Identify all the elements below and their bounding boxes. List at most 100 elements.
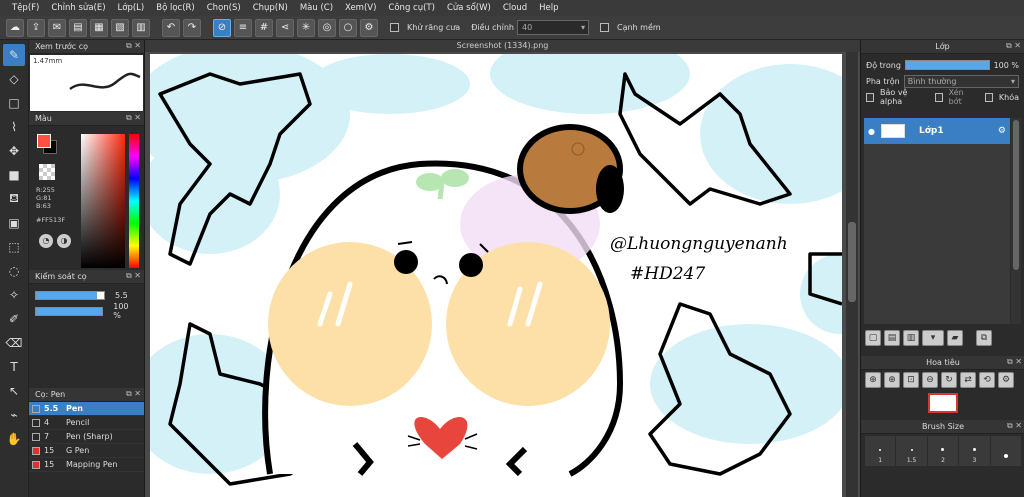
note-icon[interactable]: ▤ (69, 18, 87, 37)
menu-file[interactable]: Tệp(F) (6, 0, 45, 16)
panel-close-icon[interactable]: ⧉ ✕ (1007, 421, 1022, 431)
move-tool-icon[interactable]: ✥ (3, 140, 25, 162)
opacity-slider[interactable]: 100 % (35, 302, 138, 320)
brush-size-cell[interactable]: 1.5 (896, 436, 927, 466)
snap-parallel-icon[interactable]: ≡ (234, 18, 252, 37)
fill-rect-icon[interactable]: ■ (3, 164, 25, 186)
saturation-value-box[interactable] (81, 134, 125, 268)
cloud-icon[interactable]: ☁ (6, 18, 24, 37)
magic-wand-icon[interactable]: ✧ (3, 284, 25, 306)
select-eraser-icon[interactable]: ⌫ (3, 332, 25, 354)
navigator-settings-icon[interactable]: ⚙ (998, 372, 1014, 388)
bucket-icon[interactable]: ⛾ (3, 188, 25, 210)
panel-close-icon[interactable]: ⧉ ✕ (126, 389, 141, 399)
layer-scrollbar[interactable] (1011, 118, 1021, 324)
size-slider[interactable]: 5.5 (35, 290, 138, 300)
snap-grid-icon[interactable]: # (255, 18, 273, 37)
text-icon[interactable]: T (3, 356, 25, 378)
transparent-swatch[interactable] (39, 164, 55, 180)
navigator-thumbnail[interactable] (928, 393, 958, 413)
menu-color[interactable]: Màu (C) (294, 0, 339, 16)
eraser-tool-icon[interactable]: ◇ (3, 68, 25, 90)
grid-icon[interactable]: ▧ (111, 18, 129, 37)
brush-size-cell[interactable]: 2 (927, 436, 959, 466)
clipping-checkbox[interactable] (934, 92, 943, 102)
select-pen-icon[interactable]: ✐ (3, 308, 25, 330)
new-layer-icon[interactable]: ▢ (865, 330, 881, 346)
panel-close-icon[interactable]: ⧉ ✕ (1006, 41, 1021, 51)
layer-copy-icon[interactable]: ▦ (90, 18, 108, 37)
antialias-checkbox[interactable] (390, 23, 399, 32)
brush-item-pen[interactable]: 5.5 Pen (29, 402, 144, 416)
zoom-in-2-icon[interactable]: ⊕ (884, 372, 900, 388)
menu-edit[interactable]: Chỉnh sửa(E) (45, 0, 111, 16)
new-raster-icon[interactable]: ▤ (884, 330, 900, 346)
menu-filter[interactable]: Bộ lọc(R) (150, 0, 201, 16)
palette-icon[interactable]: ◔ (39, 234, 53, 248)
snap-off-icon[interactable]: ⊘ (213, 18, 231, 37)
brush-size-cell[interactable]: 3 (959, 436, 990, 466)
menu-view[interactable]: Xem(V) (339, 0, 382, 16)
menu-capture[interactable]: Chụp(N) (247, 0, 294, 16)
vertical-scrollbar[interactable] (846, 52, 858, 497)
snap-settings-icon[interactable]: ⚙ (360, 18, 378, 37)
menu-cloud[interactable]: Cloud (497, 0, 533, 16)
panel-close-icon[interactable]: ⧉ ✕ (126, 41, 141, 51)
menu-tools[interactable]: Công cụ(T) (382, 0, 441, 16)
layer-more-icon[interactable]: ▾ (922, 330, 944, 346)
menu-help[interactable]: Help (533, 0, 564, 16)
layer-settings-icon[interactable]: ⚙ (998, 126, 1006, 136)
pen-tool-icon[interactable]: ✎ (3, 44, 25, 66)
folder-icon[interactable]: ▰ (947, 330, 963, 346)
panel-close-icon[interactable]: ⧉ ✕ (126, 113, 141, 123)
brush-size-cell[interactable]: 1 (865, 436, 896, 466)
zoom-in-icon[interactable]: ⊕ (865, 372, 881, 388)
panel-close-icon[interactable]: ⧉ ✕ (1007, 357, 1022, 367)
new-layer-folder-icon[interactable]: ▥ (903, 330, 919, 346)
snap-radial-icon[interactable]: ✳ (297, 18, 315, 37)
color-wheel-icon[interactable]: ◑ (57, 234, 71, 248)
panel-close-icon[interactable]: ⧉ ✕ (126, 271, 141, 281)
share-icon[interactable]: ⇪ (27, 18, 45, 37)
redo-icon[interactable]: ↷ (183, 18, 201, 37)
layer-item[interactable]: ● Lớp1 ⚙ (864, 118, 1010, 144)
menu-select[interactable]: Chọn(S) (201, 0, 247, 16)
blend-mode-select[interactable]: Bình thường (903, 74, 1019, 88)
color-picker[interactable]: R:255 G:81 B:63 #FF513F ◔ ◑ (31, 128, 142, 268)
adjust-combo[interactable]: 40 (516, 20, 589, 35)
gradient-icon[interactable]: ▣ (3, 212, 25, 234)
snap-circle-icon[interactable]: ◎ (318, 18, 336, 37)
brush-item-g-pen[interactable]: 15 G Pen (29, 444, 144, 458)
foreground-swatch[interactable] (37, 134, 51, 148)
scroll-thumb[interactable] (848, 222, 856, 302)
hue-slider[interactable] (129, 134, 139, 268)
fit-icon[interactable]: ⊡ (903, 372, 919, 388)
snap-curve-icon[interactable]: ○ (339, 18, 357, 37)
protect-alpha-checkbox[interactable] (866, 92, 874, 102)
brush-item-pencil[interactable]: 4 Pencil (29, 416, 144, 430)
menu-layer[interactable]: Lớp(L) (112, 0, 151, 16)
menu-window[interactable]: Cửa sổ(W) (441, 0, 497, 16)
brush-size-cell[interactable] (990, 436, 1021, 466)
brush-item-mapping-pen[interactable]: 15 Mapping Pen (29, 458, 144, 472)
zoom-out-icon[interactable]: ⊖ (922, 372, 938, 388)
rotate-icon[interactable]: ↻ (941, 372, 957, 388)
select-icon[interactable]: ⬚ (3, 236, 25, 258)
layer-opacity-slider[interactable] (904, 60, 990, 70)
panel-icon[interactable]: ▥ (132, 18, 150, 37)
snap-vanish-icon[interactable]: ⋖ (276, 18, 294, 37)
brush-item-pen-sharp[interactable]: 7 Pen (Sharp) (29, 430, 144, 444)
document-tab[interactable]: Screenshot (1334).png (145, 40, 860, 52)
comment-icon[interactable]: ✉ (48, 18, 66, 37)
smooth-checkbox[interactable] (599, 23, 609, 32)
drawing-canvas[interactable]: @Lhuongnguyenanh #HD247 (150, 54, 842, 497)
reset-icon[interactable]: ⟲ (979, 372, 995, 388)
eye-icon[interactable]: ● (868, 127, 875, 136)
lasso-icon[interactable]: ◌ (3, 260, 25, 282)
brush-tool-icon[interactable]: ⌇ (3, 116, 25, 138)
duplicate-icon[interactable]: ⧉ (976, 330, 992, 346)
undo-icon[interactable]: ↶ (162, 18, 180, 37)
rect-select-icon[interactable]: □ (3, 92, 25, 114)
operation-icon[interactable]: ↖ (3, 380, 25, 402)
lock-checkbox[interactable] (984, 92, 993, 102)
